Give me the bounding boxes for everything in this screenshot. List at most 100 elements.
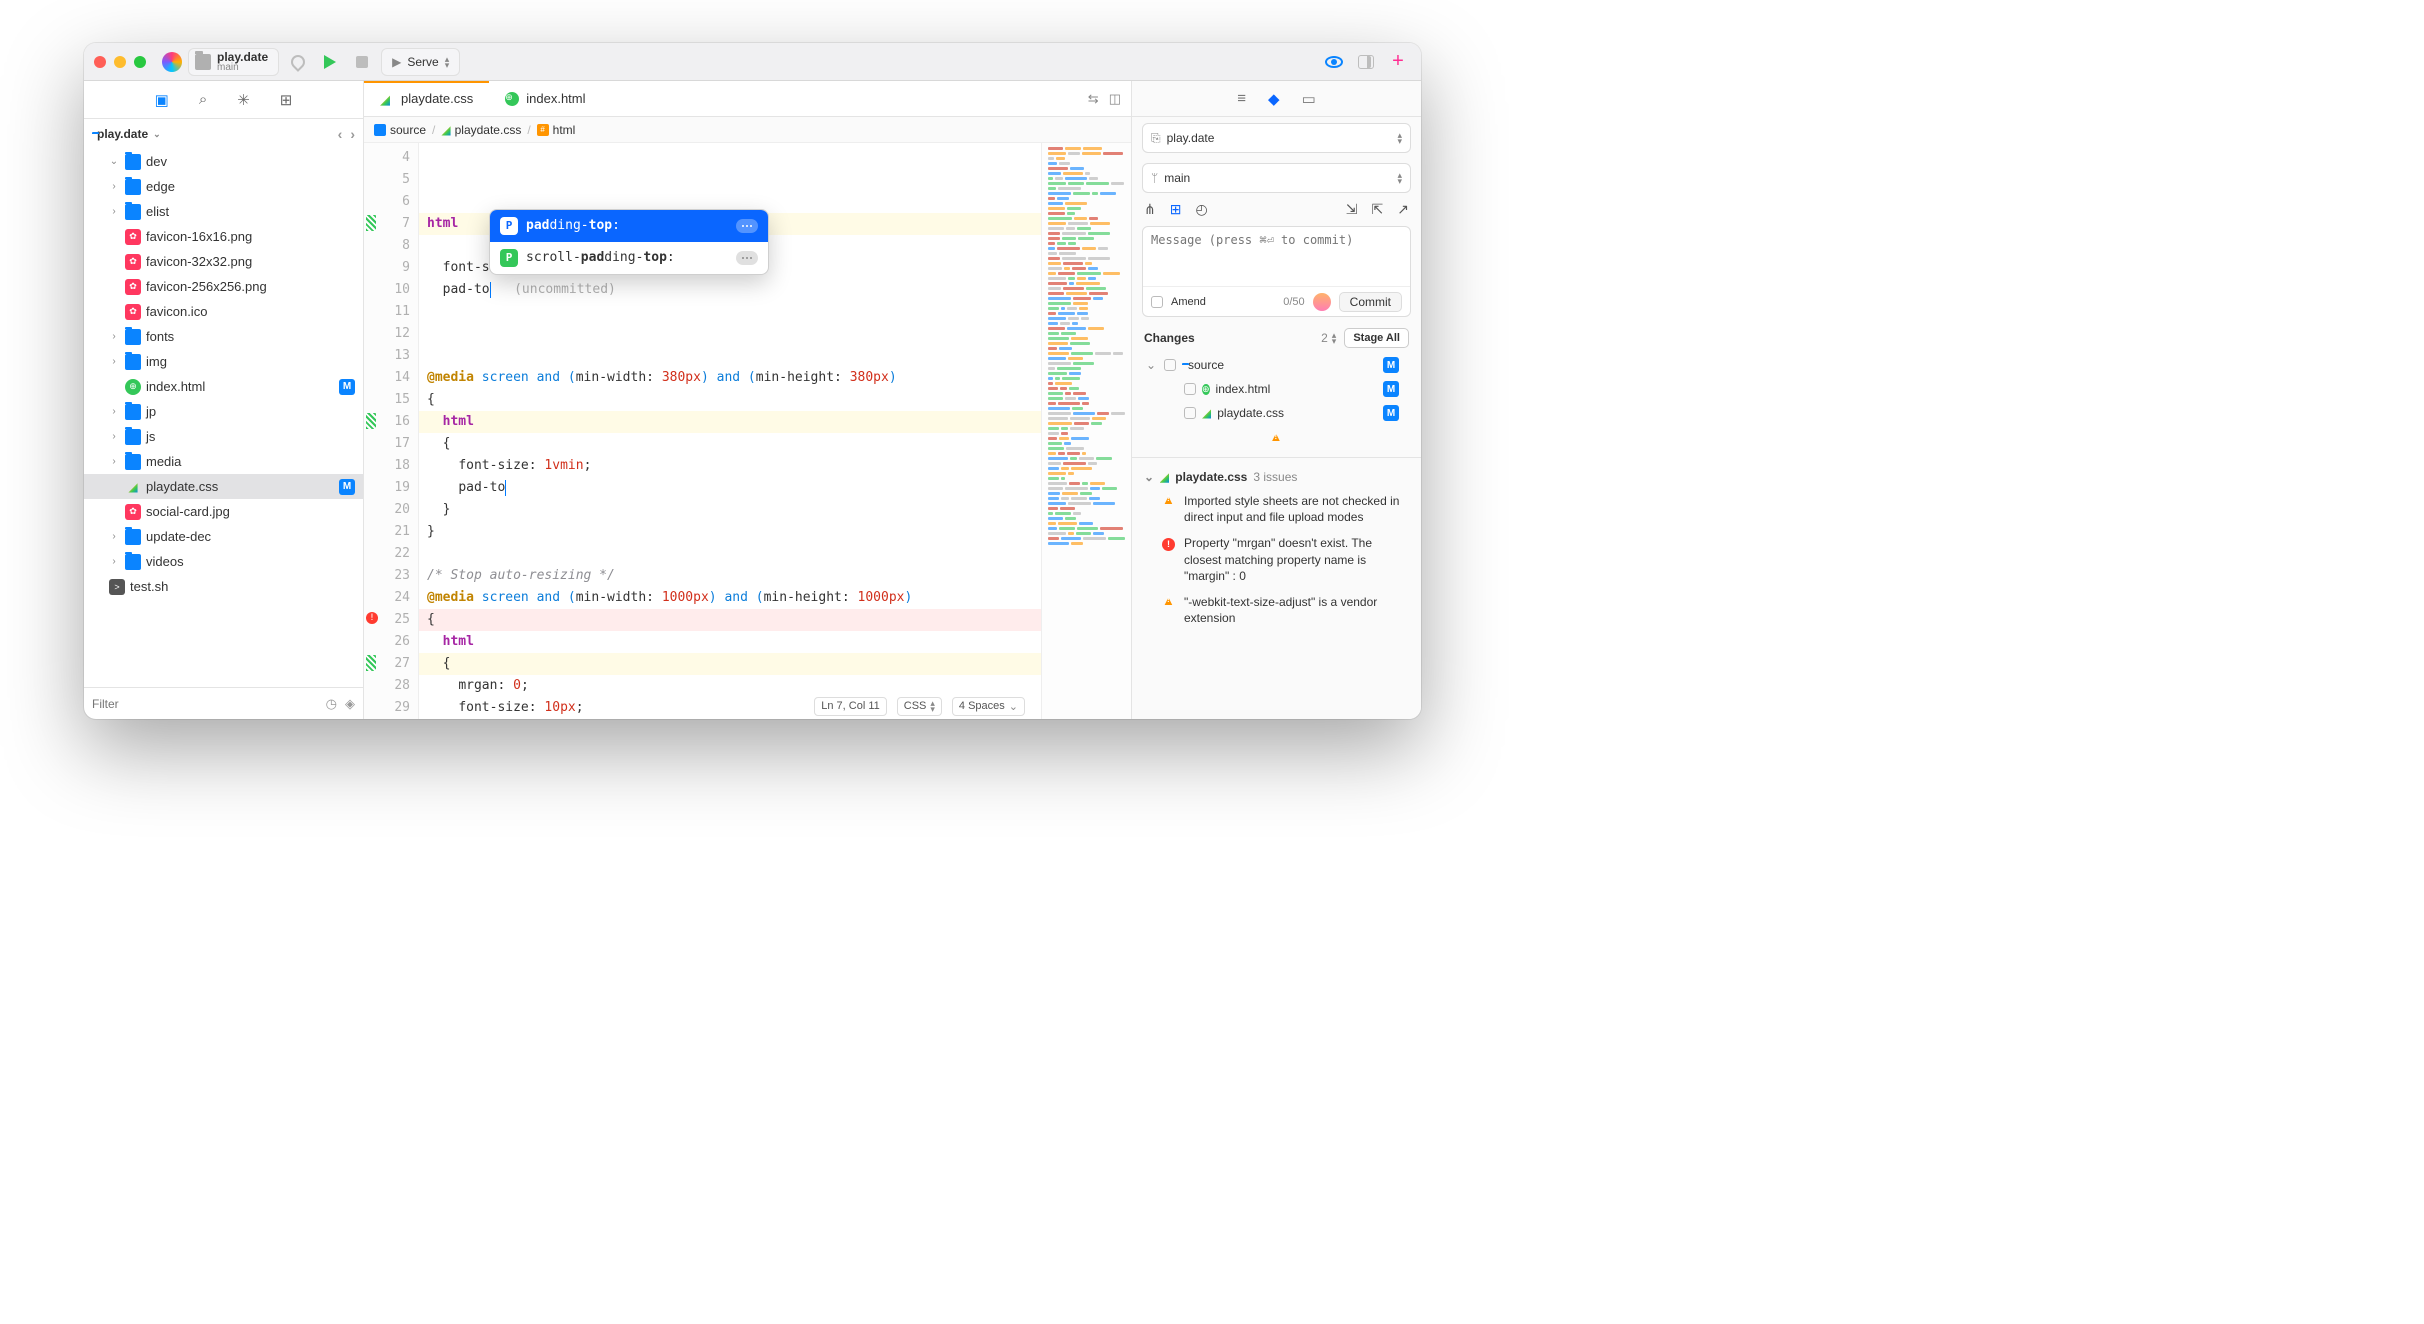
repo-selector[interactable]: ⎘ play.date ▴▾ [1142, 123, 1411, 153]
filter-input[interactable] [92, 697, 318, 711]
tree-item[interactable]: favicon-16x16.png [84, 224, 363, 249]
tree-item[interactable]: ›update-dec [84, 524, 363, 549]
change-row[interactable]: ⌄sourceM [1132, 353, 1421, 377]
fullscreen-window-button[interactable] [134, 56, 146, 68]
tree-item[interactable]: ›img [84, 349, 363, 374]
push-icon[interactable]: ⇱ [1372, 201, 1384, 218]
tree-item-label: img [146, 354, 167, 369]
pin-button[interactable] [285, 49, 311, 75]
serve-label: Serve [407, 55, 438, 69]
html-icon [1202, 384, 1210, 395]
code-area[interactable]: Ppadding-top:Pscroll-padding-top: html f… [419, 143, 1041, 719]
avatar-icon[interactable] [1313, 293, 1331, 311]
diff-icon[interactable]: ⇆ [1088, 91, 1099, 107]
source-control-icon[interactable]: ◆ [1268, 90, 1280, 108]
commit-box: Amend 0/50 Commit [1142, 226, 1411, 317]
autocomplete-popup[interactable]: Ppadding-top:Pscroll-padding-top: [489, 209, 769, 275]
tree-item[interactable]: favicon-32x32.png [84, 249, 363, 274]
warning-icon[interactable] [1270, 431, 1284, 443]
stopwatch-icon[interactable]: ◴ [1195, 201, 1207, 218]
commit-message-input[interactable] [1143, 227, 1410, 283]
search-icon[interactable]: ⌕ [199, 91, 207, 108]
minimize-window-button[interactable] [114, 56, 126, 68]
folder-icon [125, 354, 141, 370]
tree-item[interactable]: ⌄dev [84, 149, 363, 174]
autocomplete-label: padding-top: [526, 215, 620, 237]
app-icon [162, 52, 182, 72]
split-icon[interactable]: ◫ [1109, 91, 1121, 107]
change-checkbox[interactable] [1184, 407, 1196, 419]
branch-selector[interactable]: ᛘ main ▴▾ [1142, 163, 1411, 193]
change-row[interactable]: playdate.cssM [1132, 401, 1421, 425]
intersect-icon[interactable]: ◈ [345, 696, 355, 712]
amend-checkbox[interactable] [1151, 296, 1163, 308]
change-row[interactable]: index.htmlM [1132, 377, 1421, 401]
commit-button[interactable]: Commit [1339, 292, 1402, 312]
star-icon[interactable]: ✳ [237, 91, 250, 109]
issue-item[interactable]: Imported style sheets are not checked in… [1132, 488, 1421, 530]
breadcrumb[interactable]: source / playdate.css / #html [364, 117, 1131, 143]
files-icon[interactable]: ▣ [155, 91, 169, 109]
clock-icon[interactable]: ◷ [326, 696, 337, 712]
grid-icon[interactable]: ⊞ [280, 91, 293, 109]
issue-item[interactable]: "-webkit-text-size-adjust" is a vendor e… [1132, 589, 1421, 631]
tree-item[interactable]: ›media [84, 449, 363, 474]
autocomplete-item[interactable]: Ppadding-top: [490, 210, 768, 242]
issue-item[interactable]: !Property "mrgan" doesn't exist. The clo… [1132, 530, 1421, 589]
add-button[interactable]: + [1385, 49, 1411, 75]
sidebar: ▣ ⌕ ✳ ⊞ play.date ⌄ ‹ › ⌄dev›edge›elistf… [84, 81, 364, 719]
autocomplete-item[interactable]: Pscroll-padding-top: [490, 242, 768, 274]
tree-item[interactable]: ›jp [84, 399, 363, 424]
stop-button[interactable] [349, 49, 375, 75]
chevron-updown-icon: ▴▾ [445, 56, 450, 68]
folder-icon [125, 554, 141, 570]
line-gutter[interactable]: 45678910111213141516171819202122232425!2… [364, 143, 419, 719]
editor-tab[interactable]: index.html [489, 81, 601, 116]
breadcrumb-selector[interactable]: #html [537, 123, 576, 137]
tree-item[interactable]: ›edge [84, 174, 363, 199]
chevron-icon: › [108, 456, 120, 467]
open-icon[interactable]: ↗ [1397, 201, 1409, 218]
minimap[interactable] [1041, 143, 1131, 719]
tree-item[interactable]: index.htmlM [84, 374, 363, 399]
change-file-name: index.html [1216, 382, 1271, 396]
editor-tab[interactable]: playdate.css [364, 81, 489, 116]
run-button[interactable] [317, 49, 343, 75]
stop-icon [356, 56, 368, 68]
project-chip[interactable]: play.date main [188, 48, 279, 76]
change-checkbox[interactable] [1184, 383, 1196, 395]
code-editor[interactable]: 45678910111213141516171819202122232425!2… [364, 143, 1131, 719]
change-checkbox[interactable] [1164, 359, 1176, 371]
panel-button[interactable] [1353, 49, 1379, 75]
align-icon[interactable]: ≡ [1237, 90, 1246, 107]
breadcrumb-file-label: playdate.css [455, 123, 522, 137]
tree-item[interactable]: favicon.ico [84, 299, 363, 324]
pull-icon[interactable]: ⇲ [1346, 201, 1358, 218]
nav-back-button[interactable]: ‹ [338, 126, 343, 142]
tree-item[interactable]: favicon-256x256.png [84, 274, 363, 299]
tree-item[interactable]: social-card.jpg [84, 499, 363, 524]
breadcrumb-folder[interactable]: source [374, 123, 426, 137]
close-window-button[interactable] [94, 56, 106, 68]
stage-all-button[interactable]: Stage All [1344, 328, 1409, 348]
serve-chip[interactable]: ▶ Serve ▴▾ [381, 48, 460, 76]
add-box-icon[interactable]: ⊞ [1170, 201, 1182, 218]
file-tree[interactable]: ⌄dev›edge›elistfavicon-16x16.pngfavicon-… [84, 149, 363, 687]
sidebar-header[interactable]: play.date ⌄ ‹ › [84, 119, 363, 149]
tree-item[interactable]: playdate.cssM [84, 474, 363, 499]
preview-button[interactable] [1321, 49, 1347, 75]
tree-item-label: social-card.jpg [146, 504, 230, 519]
issues-header[interactable]: ⌄ playdate.css 3 issues [1132, 466, 1421, 488]
breadcrumb-file[interactable]: playdate.css [441, 123, 521, 137]
nav-forward-button[interactable]: › [350, 126, 355, 142]
tree-item[interactable]: ›videos [84, 549, 363, 574]
html-icon [125, 379, 141, 395]
chevron-icon: › [108, 181, 120, 192]
tree-item[interactable]: ›elist [84, 199, 363, 224]
tree-item[interactable]: ›fonts [84, 324, 363, 349]
sidebar-root-name: play.date [97, 127, 148, 141]
tree-item[interactable]: ›js [84, 424, 363, 449]
terminal-icon[interactable]: ▭ [1302, 90, 1316, 108]
tree-item[interactable]: test.sh [84, 574, 363, 599]
graph-icon[interactable]: ⋔ [1144, 201, 1156, 218]
